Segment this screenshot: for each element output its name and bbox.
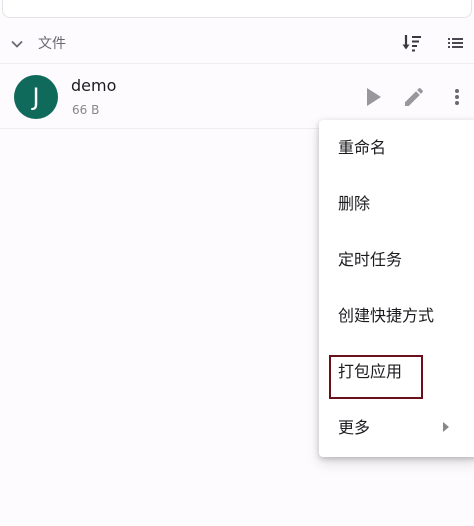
menu-item-delete[interactable]: 删除 xyxy=(319,176,474,232)
search-card[interactable] xyxy=(2,0,472,18)
avatar: J xyxy=(14,75,58,119)
pencil-icon[interactable] xyxy=(402,85,426,109)
chevron-right-icon xyxy=(443,422,449,432)
menu-item-scheduled-task[interactable]: 定时任务 xyxy=(319,232,474,288)
menu-item-create-shortcut[interactable]: 创建快捷方式 xyxy=(319,288,474,344)
files-section-header: 文件 xyxy=(0,26,474,64)
file-name: demo xyxy=(71,76,117,95)
list-view-icon[interactable] xyxy=(445,32,467,54)
menu-item-label: 删除 xyxy=(338,194,371,213)
app-screen: 文件 J demo 66 B 重命名 删除 定时任务 创建快捷方式 打包应用 更… xyxy=(0,0,474,526)
menu-item-more[interactable]: 更多 xyxy=(319,400,474,456)
menu-item-label: 创建快捷方式 xyxy=(338,306,435,325)
section-title: 文件 xyxy=(38,36,66,52)
menu-item-label: 定时任务 xyxy=(338,250,403,269)
context-menu: 重命名 删除 定时任务 创建快捷方式 打包应用 更多 xyxy=(319,120,474,457)
menu-item-label: 重命名 xyxy=(338,138,387,157)
play-icon[interactable] xyxy=(360,84,386,110)
menu-item-label: 更多 xyxy=(338,418,371,437)
file-size: 66 B xyxy=(72,103,100,117)
chevron-down-icon[interactable] xyxy=(10,37,24,51)
highlight-box xyxy=(329,355,423,399)
menu-item-rename[interactable]: 重命名 xyxy=(319,120,474,176)
sort-descending-icon[interactable] xyxy=(400,31,424,55)
more-vertical-icon[interactable] xyxy=(446,85,468,109)
